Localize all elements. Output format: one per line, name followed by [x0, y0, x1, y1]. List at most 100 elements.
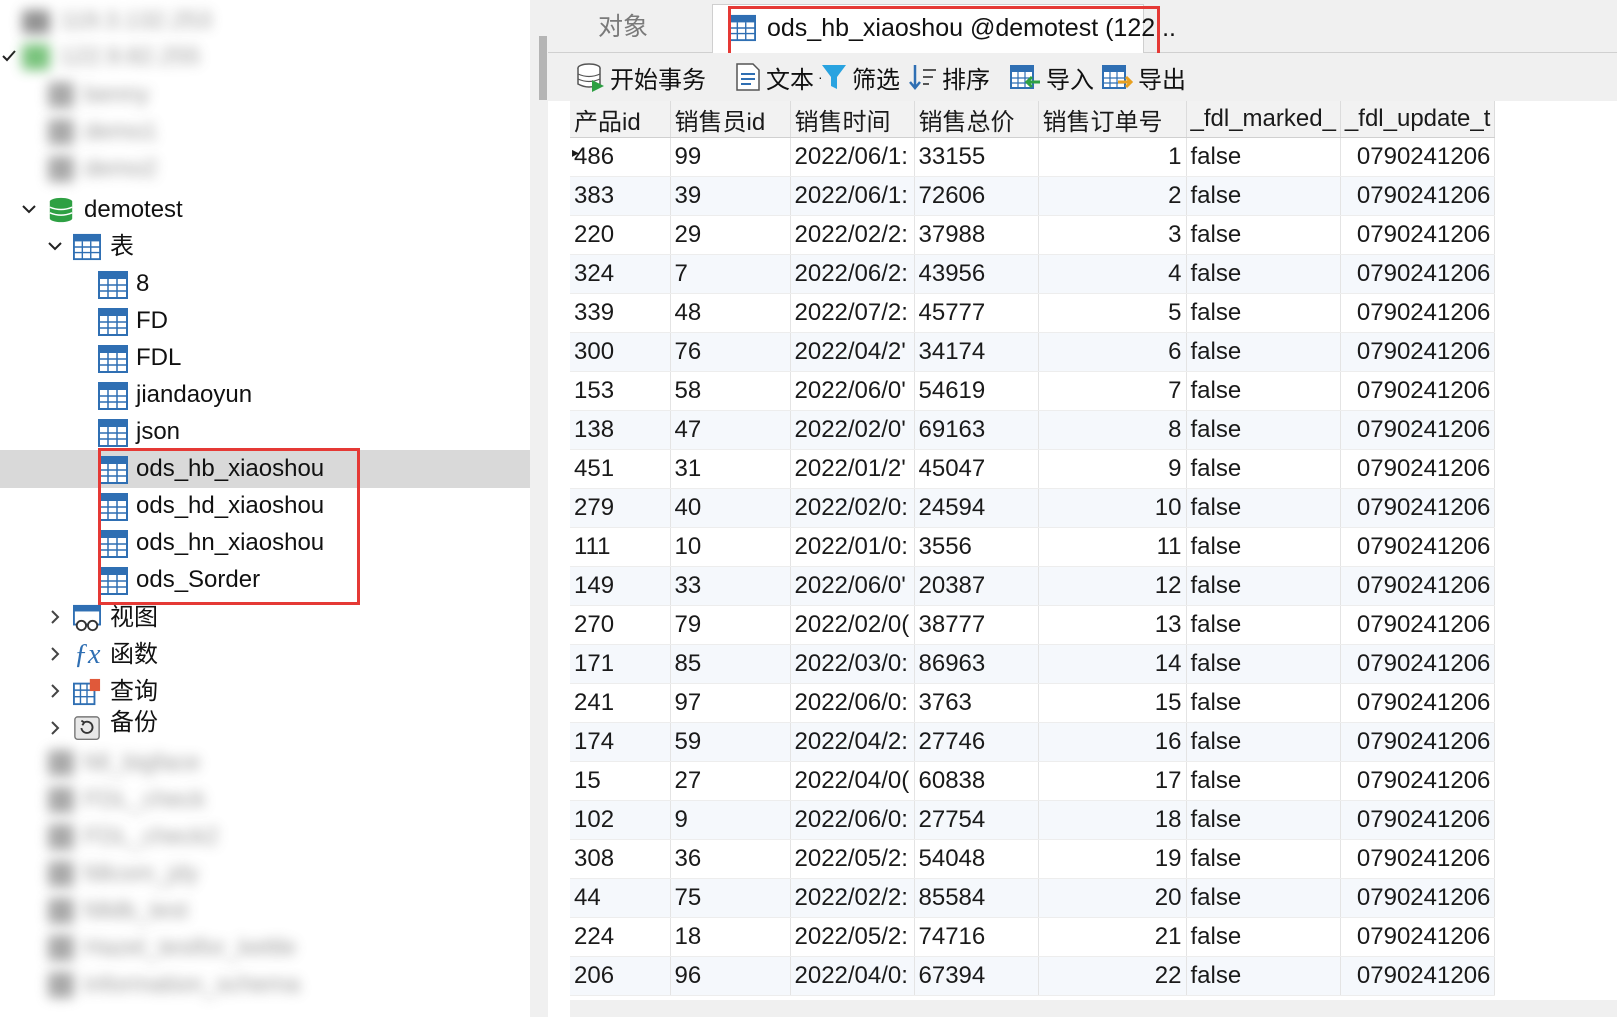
- grid-cell[interactable]: 44: [570, 878, 671, 918]
- table-item[interactable]: jiandaoyun: [0, 376, 530, 414]
- grid-cell[interactable]: false: [1186, 683, 1341, 723]
- grid-cell[interactable]: 4: [1038, 254, 1187, 294]
- grid-cell[interactable]: 27754: [914, 800, 1039, 840]
- grid-cell[interactable]: 102: [570, 800, 671, 840]
- grid-cell[interactable]: 76: [670, 332, 791, 372]
- grid-cell[interactable]: 300: [570, 332, 671, 372]
- grid-cell[interactable]: 7: [1038, 371, 1187, 411]
- grid-cell[interactable]: 85584: [914, 878, 1039, 918]
- grid-cell[interactable]: 2022/01/2': [790, 449, 915, 489]
- grid-cell[interactable]: false: [1186, 410, 1341, 450]
- grid-cell[interactable]: 2022/04/2:: [790, 722, 915, 762]
- grid-cell[interactable]: 0790241206: [1340, 293, 1496, 333]
- grid-cell[interactable]: 2022/02/0(: [790, 605, 915, 645]
- grid-cell[interactable]: 74716: [914, 917, 1039, 957]
- grid-cell[interactable]: 17: [1038, 761, 1187, 801]
- group-backups[interactable]: 备份: [0, 709, 530, 748]
- grid-cell[interactable]: 308: [570, 839, 671, 879]
- grid-cell[interactable]: 0790241206: [1340, 488, 1496, 528]
- chevron-down-icon[interactable]: [46, 237, 64, 255]
- grid-cell[interactable]: 174: [570, 722, 671, 762]
- sort-button[interactable]: 排序: [908, 59, 990, 95]
- grid-cell[interactable]: 2022/06/1:: [790, 176, 915, 216]
- grid-cell[interactable]: false: [1186, 254, 1341, 294]
- grid-cell[interactable]: 10: [670, 527, 791, 567]
- grid-cell[interactable]: 31: [670, 449, 791, 489]
- grid-cell[interactable]: 451: [570, 449, 671, 489]
- db-item[interactable]: Hazel_testfor_kettle: [0, 929, 530, 967]
- grid-cell[interactable]: 22: [1038, 956, 1187, 996]
- grid-cell[interactable]: false: [1186, 371, 1341, 411]
- grid-cell[interactable]: 279: [570, 488, 671, 528]
- begin-transaction-button[interactable]: 开始事务: [576, 59, 706, 95]
- grid-cell[interactable]: 2022/06/2:: [790, 254, 915, 294]
- pane-splitter[interactable]: [530, 0, 548, 1017]
- db-item[interactable]: FDL_check: [0, 781, 530, 819]
- grid-cell[interactable]: 27746: [914, 722, 1039, 762]
- grid-cell[interactable]: 36: [670, 839, 791, 879]
- grid-cell[interactable]: 0790241206: [1340, 683, 1496, 723]
- table-row[interactable]: 171 85 2022/03/0: 86963 14 false 0790241206: [570, 644, 1496, 684]
- grid-cell[interactable]: 48: [670, 293, 791, 333]
- grid-cell[interactable]: 20387: [914, 566, 1039, 606]
- grid-cell[interactable]: 60838: [914, 761, 1039, 801]
- grid-cell[interactable]: 206: [570, 956, 671, 996]
- table-row[interactable]: 324 7 2022/06/2: 43956 4 false 0790241206: [570, 254, 1496, 294]
- grid-cell[interactable]: 18: [670, 917, 791, 957]
- table-row[interactable]: 241 97 2022/06/0: 3763 15 false 0790241206: [570, 683, 1496, 723]
- grid-cell[interactable]: 59: [670, 722, 791, 762]
- grid-cell[interactable]: 38777: [914, 605, 1039, 645]
- grid-cell[interactable]: false: [1186, 605, 1341, 645]
- group-functions[interactable]: ƒx 函数: [0, 636, 530, 674]
- grid-cell[interactable]: 75: [670, 878, 791, 918]
- column-header[interactable]: 销售订单号: [1038, 101, 1187, 138]
- grid-cell[interactable]: 0790241206: [1340, 566, 1496, 606]
- connection-2[interactable]: 122.9.82.255: [0, 38, 530, 76]
- grid-cell[interactable]: 0790241206: [1340, 254, 1496, 294]
- grid-cell[interactable]: 18: [1038, 800, 1187, 840]
- grid-cell[interactable]: 45777: [914, 293, 1039, 333]
- grid-cell[interactable]: 2022/06/0': [790, 566, 915, 606]
- grid-cell[interactable]: 9: [670, 800, 791, 840]
- grid-cell[interactable]: 2022/04/2': [790, 332, 915, 372]
- table-row[interactable]: 486 99 2022/06/1: 33155 1 false 0790241206: [570, 137, 1496, 177]
- table-row[interactable]: 15 27 2022/04/0(60838 17 false 0790241206: [570, 761, 1496, 801]
- grid-cell[interactable]: false: [1186, 878, 1341, 918]
- grid-cell[interactable]: 58: [670, 371, 791, 411]
- grid-cell[interactable]: false: [1186, 839, 1341, 879]
- grid-cell[interactable]: false: [1186, 722, 1341, 762]
- grid-cell[interactable]: 15: [570, 761, 671, 801]
- grid-cell[interactable]: 85: [670, 644, 791, 684]
- grid-cell[interactable]: 7: [670, 254, 791, 294]
- column-header[interactable]: _fdl_marked_: [1186, 101, 1341, 138]
- grid-cell[interactable]: 241: [570, 683, 671, 723]
- grid-cell[interactable]: 2022/05/2:: [790, 917, 915, 957]
- grid-cell[interactable]: 54048: [914, 839, 1039, 879]
- grid-cell[interactable]: 0790241206: [1340, 449, 1496, 489]
- table-item[interactable]: FDL: [0, 339, 530, 377]
- grid-cell[interactable]: 5: [1038, 293, 1187, 333]
- grid-cell[interactable]: 69163: [914, 410, 1039, 450]
- table-item[interactable]: json: [0, 413, 530, 451]
- grid-cell[interactable]: 224: [570, 917, 671, 957]
- database-demotest[interactable]: demotest: [0, 191, 530, 229]
- column-header[interactable]: 销售员id: [670, 101, 791, 138]
- grid-cell[interactable]: 324: [570, 254, 671, 294]
- grid-cell[interactable]: 12: [1038, 566, 1187, 606]
- tab-objects[interactable]: 对象: [568, 4, 678, 52]
- table-row[interactable]: 451 31 2022/01/2' 45047 9 false 0790241206: [570, 449, 1496, 489]
- grid-cell[interactable]: 2022/01/0:: [790, 527, 915, 567]
- grid-cell[interactable]: 79: [670, 605, 791, 645]
- grid-cell[interactable]: 2022/02/0': [790, 410, 915, 450]
- grid-cell[interactable]: 29: [670, 215, 791, 255]
- chevron-right-icon[interactable]: [46, 682, 64, 700]
- grid-cell[interactable]: 0790241206: [1340, 332, 1496, 372]
- chevron-right-icon[interactable]: [46, 645, 64, 663]
- grid-cell[interactable]: false: [1186, 761, 1341, 801]
- grid-cell[interactable]: 11: [1038, 527, 1187, 567]
- grid-cell[interactable]: 3556: [914, 527, 1039, 567]
- group-queries[interactable]: 查询: [0, 673, 530, 711]
- grid-cell[interactable]: false: [1186, 449, 1341, 489]
- grid-cell[interactable]: 2022/06/1:: [790, 137, 915, 177]
- db-item[interactable]: demo2: [0, 150, 530, 188]
